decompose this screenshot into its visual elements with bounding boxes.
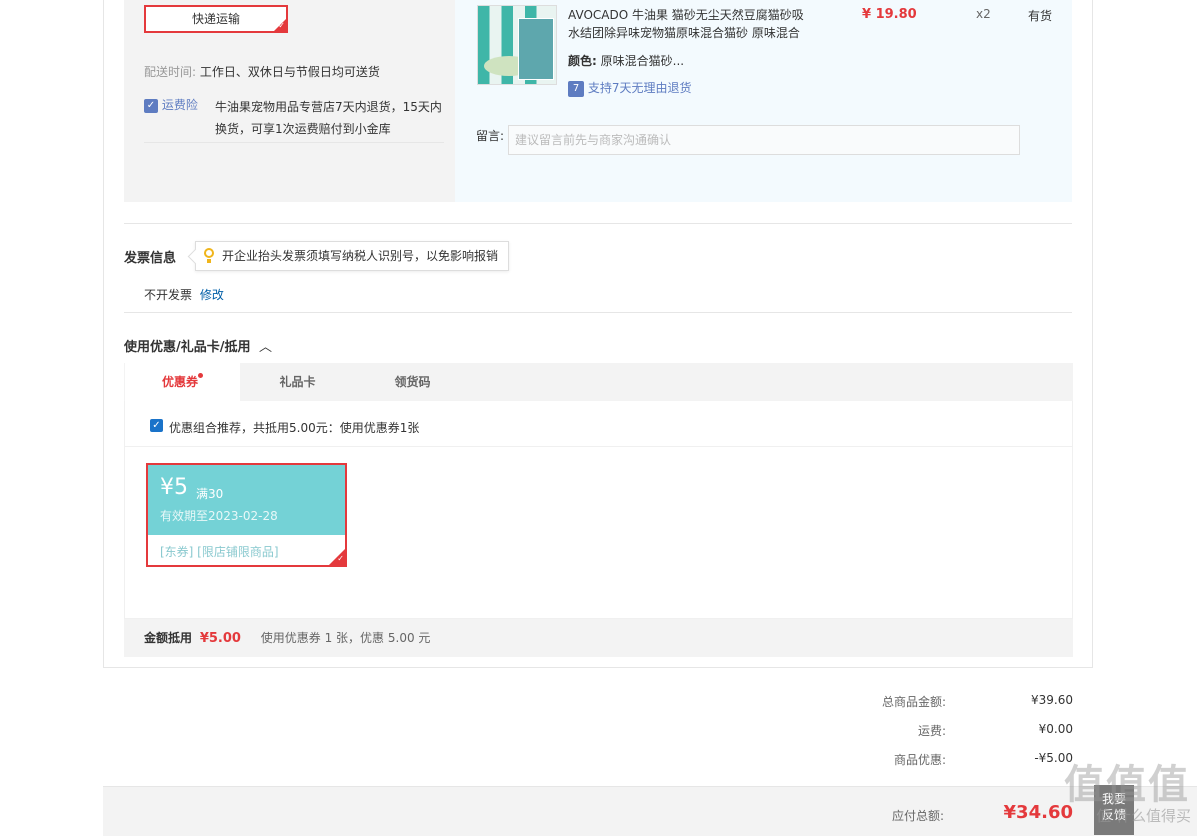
selected-check-icon: ✓ [274, 19, 286, 31]
tab-redeem-code[interactable]: 领货码 [355, 363, 470, 401]
lightbulb-icon [204, 248, 214, 263]
invoice-tip: 开企业抬头发票须填写纳税人识别号，以免影响报销 [195, 241, 510, 271]
insurance-desc-line-2: 换货，可享1次运费赔付到小金库 [215, 122, 391, 136]
goods-discount-label: 商品优惠: [893, 753, 946, 767]
goods-total-label: 总商品金额: [881, 695, 946, 709]
coupon-card[interactable]: ¥5 满30 有效期至2023-02-28 [东券] [限店铺限商品] ✓ [146, 463, 347, 567]
insurance-desc-line-1: 牛油果宠物用品专营店7天内退货，15天内 [215, 100, 442, 114]
product-quantity: x2 [976, 7, 991, 21]
product-title-line-1: AVOCADO 牛油果 猫砂无尘天然豆腐猫砂吸 [568, 8, 804, 22]
color-label: 颜色: [568, 54, 597, 68]
divider [125, 446, 1072, 447]
shipping-method-button[interactable]: 快递运输 ✓ [144, 5, 288, 33]
note-label: 留言: [476, 129, 505, 143]
shipping-method-label: 快递运输 [191, 12, 240, 26]
chevron-up-icon: ︿ [259, 340, 273, 355]
freight-insurance[interactable]: ✓ 运费险 [144, 96, 198, 113]
delivery-time-label: 配送时间: [144, 65, 197, 79]
new-dot-icon [198, 373, 203, 378]
stock-status: 有货 [1028, 9, 1053, 23]
coupon-scope: [东券] [限店铺限商品] [160, 545, 279, 559]
note-input[interactable]: 建议留言前先与商家沟通确认 [508, 125, 1020, 155]
return-policy-label: 支持7天无理由退货 [587, 81, 692, 95]
recommend-text: 优惠组合推荐，共抵用5.00元：使用优惠券1张 [169, 421, 420, 435]
delivery-time: 配送时间: 工作日、双休日与节假日均可送货 [144, 63, 380, 80]
product-color: 颜色: 原味混合猫砂... [568, 52, 684, 69]
summary-amount: ¥5.00 [199, 631, 241, 646]
invoice-title: 发票信息 [124, 251, 177, 266]
freight-insurance-desc: 牛油果宠物用品专营店7天内退货，15天内 换货，可享1次运费赔付到小金库 [215, 96, 442, 140]
divider [124, 312, 1072, 313]
invoice-tip-text: 开企业抬头发票须填写纳税人识别号，以免影响报销 [222, 249, 499, 263]
product-price: ¥ 19.80 [862, 7, 917, 22]
invoice-status-text: 不开发票 [144, 288, 193, 302]
discount-tabs: 优惠券 礼品卡 领货码 [124, 363, 1073, 401]
selected-check-icon: ✓ [329, 549, 345, 565]
watermark-text: 值 什么值得买 [1096, 807, 1191, 825]
discount-section-toggle[interactable]: 使用优惠/礼品卡/抵用 ︿ [124, 336, 272, 355]
shipping-fee-label: 运费: [917, 724, 946, 738]
return-policy[interactable]: 7 支持7天无理由退货 [568, 79, 691, 97]
shipping-fee-value: ¥0.00 [1038, 722, 1073, 736]
summary-desc: 使用优惠券 1 张，优惠 5.00 元 [260, 631, 431, 645]
coupon-condition: 满30 [196, 487, 224, 501]
invoice-edit-link[interactable]: 修改 [200, 288, 224, 302]
coupon-expiry: 有效期至2023-02-28 [160, 509, 278, 523]
tab-gift-card[interactable]: 礼品卡 [240, 363, 355, 401]
return-badge-icon: 7 [568, 80, 584, 97]
product-title[interactable]: AVOCADO 牛油果 猫砂无尘天然豆腐猫砂吸 水结团除异味宠物猫原味混合猫砂 … [568, 6, 818, 42]
product-image[interactable] [477, 5, 557, 85]
tab-coupon-label: 优惠券 [161, 375, 198, 389]
summary-label: 金额抵用 [144, 631, 193, 645]
tab-coupon[interactable]: 优惠券 [125, 363, 240, 401]
shield-icon: ✓ [144, 98, 158, 113]
discount-title: 使用优惠/礼品卡/抵用 [124, 340, 251, 355]
coupon-amount: ¥5 [160, 475, 188, 500]
pay-total-label: 应付总额: [891, 809, 944, 823]
product-title-line-2: 水结团除异味宠物猫原味混合猫砂 原味混合 [568, 26, 800, 40]
color-value: 原味混合猫砂... [600, 54, 685, 68]
delivery-time-value: 工作日、双休日与节假日均可送货 [199, 65, 380, 79]
goods-total-value: ¥39.60 [1031, 693, 1073, 707]
divider [124, 223, 1072, 224]
discount-summary: 金额抵用 ¥5.00 使用优惠券 1 张，优惠 5.00 元 [124, 619, 1073, 657]
divider [144, 142, 444, 143]
watermark-logo: 值值值 [1064, 762, 1190, 808]
recommend-checkbox[interactable]: ✓ [150, 419, 163, 432]
invoice-status: 不开发票 修改 [144, 286, 224, 303]
freight-insurance-label[interactable]: 运费险 [162, 98, 198, 112]
